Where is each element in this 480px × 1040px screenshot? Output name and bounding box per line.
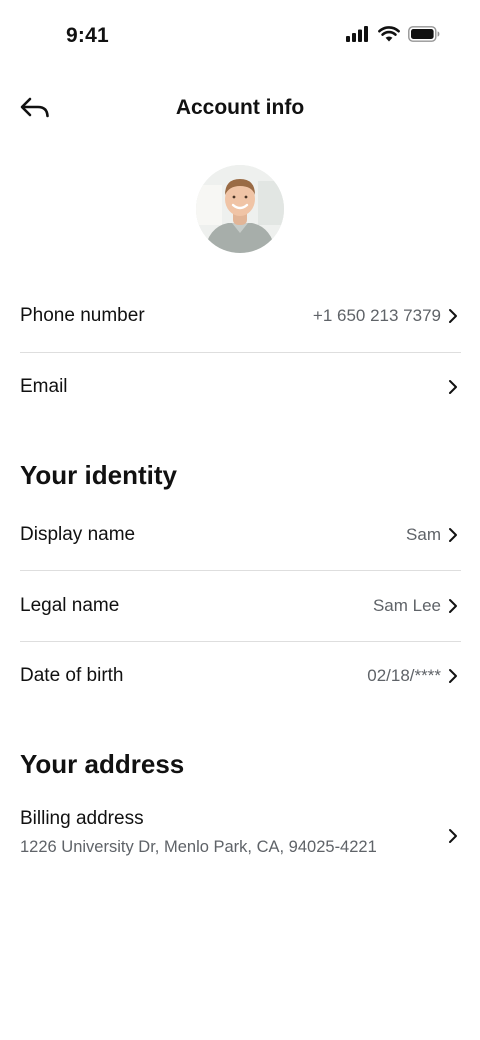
chevron-right-icon	[449, 829, 457, 843]
phone-number-label: Phone number	[20, 305, 145, 326]
status-time: 9:41	[66, 24, 109, 47]
chevron-right-icon	[449, 669, 457, 683]
display-name-row[interactable]: Display name Sam	[20, 515, 461, 555]
battery-icon	[408, 26, 440, 42]
status-icons	[346, 26, 440, 42]
phone-number-value: +1 650 213 7379	[312, 306, 441, 325]
chevron-right-icon	[449, 380, 457, 394]
cellular-signal-icon	[346, 26, 368, 42]
status-bar: 9:41	[0, 0, 480, 70]
nav-bar: Account info	[0, 86, 480, 130]
identity-heading: Your identity	[20, 460, 177, 490]
billing-address-row[interactable]: Billing address 1226 University Dr, Menl…	[20, 808, 461, 864]
divider	[20, 352, 461, 353]
legal-name-row[interactable]: Legal name Sam Lee	[20, 586, 461, 626]
legal-name-label: Legal name	[20, 595, 120, 616]
avatar-photo	[196, 165, 284, 253]
wifi-icon	[378, 26, 400, 42]
address-heading: Your address	[20, 749, 185, 779]
date-of-birth-label: Date of birth	[20, 665, 124, 686]
chevron-right-icon	[449, 599, 457, 613]
billing-address-value: 1226 University Dr, Menlo Park, CA, 9402…	[20, 838, 377, 856]
chevron-right-icon	[449, 309, 457, 323]
phone-number-row[interactable]: Phone number +1 650 213 7379	[20, 296, 461, 336]
email-row[interactable]: Email	[20, 367, 461, 407]
divider	[20, 570, 461, 571]
display-name-label: Display name	[20, 524, 136, 545]
email-label: Email	[20, 376, 68, 397]
billing-address-label: Billing address	[20, 808, 144, 829]
avatar[interactable]	[196, 165, 284, 253]
chevron-right-icon	[449, 528, 457, 542]
page-title: Account info	[175, 96, 305, 119]
date-of-birth-row[interactable]: Date of birth 02/18/****	[20, 656, 461, 696]
divider	[20, 641, 461, 642]
